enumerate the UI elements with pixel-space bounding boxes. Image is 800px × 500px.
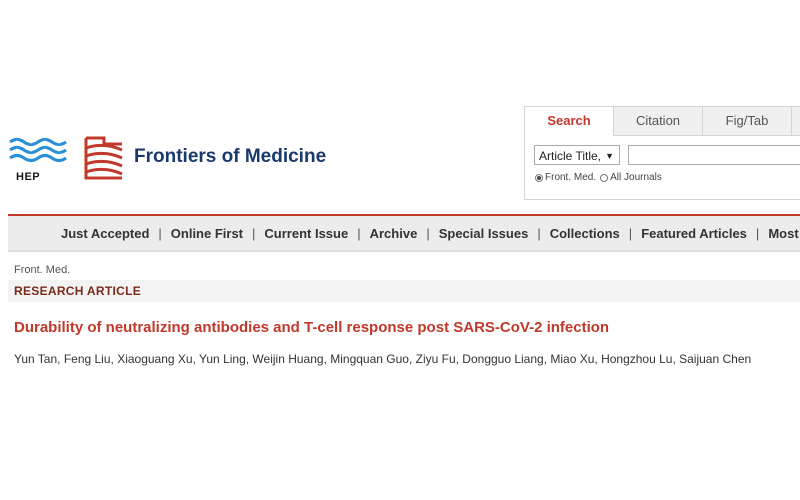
- nav-separator: |: [628, 225, 633, 241]
- nav-separator: |: [755, 225, 760, 241]
- nav-separator: |: [158, 225, 162, 241]
- search-tabs: Search Citation Fig/Tab: [525, 107, 800, 136]
- nav-item-just-accepted[interactable]: Just Accepted: [61, 226, 149, 241]
- scope-radio-all-journals[interactable]: [600, 173, 609, 182]
- chevron-down-icon: ▼: [605, 151, 614, 161]
- tab-fig-tab[interactable]: Fig/Tab: [703, 107, 792, 135]
- scope-label-front-med: Front. Med.: [545, 172, 597, 183]
- page-frame: HEP Frontiers of Medicine Search Citatio…: [0, 100, 800, 396]
- nav-item-current-issue[interactable]: Current Issue: [264, 226, 348, 241]
- nav-item-collections[interactable]: Collections: [550, 226, 620, 241]
- search-input[interactable]: [628, 145, 800, 165]
- journal-abbrev[interactable]: Front. Med.: [14, 264, 70, 276]
- search-field-select-value: Article Title,: [539, 149, 602, 163]
- nav-item-featured-articles[interactable]: Featured Articles: [641, 226, 747, 241]
- main-nav: Just Accepted | Online First | Current I…: [61, 216, 800, 250]
- article-authors: Yun Tan, Feng Liu, Xiaoguang Xu, Yun Lin…: [14, 352, 752, 366]
- nav-item-special-issues[interactable]: Special Issues: [439, 226, 529, 241]
- search-panel: Search Citation Fig/Tab Article Title, ▼…: [524, 106, 800, 200]
- nav-separator: |: [357, 225, 361, 241]
- site-header: HEP Frontiers of Medicine: [8, 134, 338, 186]
- hep-label: HEP: [16, 171, 41, 183]
- article-type: RESEARCH ARTICLE: [14, 284, 142, 298]
- main-nav-bar: Just Accepted | Online First | Current I…: [8, 214, 800, 252]
- article-title: Durability of neutralizing antibodies an…: [14, 319, 610, 336]
- nav-separator: |: [252, 225, 256, 241]
- nav-separator: |: [537, 225, 541, 241]
- tab-citation[interactable]: Citation: [614, 107, 703, 135]
- nav-item-archive[interactable]: Archive: [370, 226, 418, 241]
- nav-item-most-downloaded[interactable]: Most Downlo: [768, 226, 800, 241]
- scope-radio-front-med[interactable]: [535, 173, 543, 182]
- search-row: Article Title, ▼: [534, 145, 800, 165]
- search-field-select[interactable]: Article Title, ▼: [534, 145, 620, 165]
- article-type-bar: RESEARCH ARTICLE: [8, 280, 800, 302]
- nav-item-online-first[interactable]: Online First: [171, 226, 243, 241]
- search-scope: Front. Med. All Journals: [535, 172, 666, 183]
- scope-label-all-journals: All Journals: [610, 172, 662, 183]
- frontiers-medicine-logo[interactable]: [82, 134, 126, 182]
- tab-search[interactable]: Search: [525, 107, 614, 136]
- nav-separator: |: [426, 225, 430, 241]
- site-title[interactable]: Frontiers of Medicine: [134, 146, 326, 168]
